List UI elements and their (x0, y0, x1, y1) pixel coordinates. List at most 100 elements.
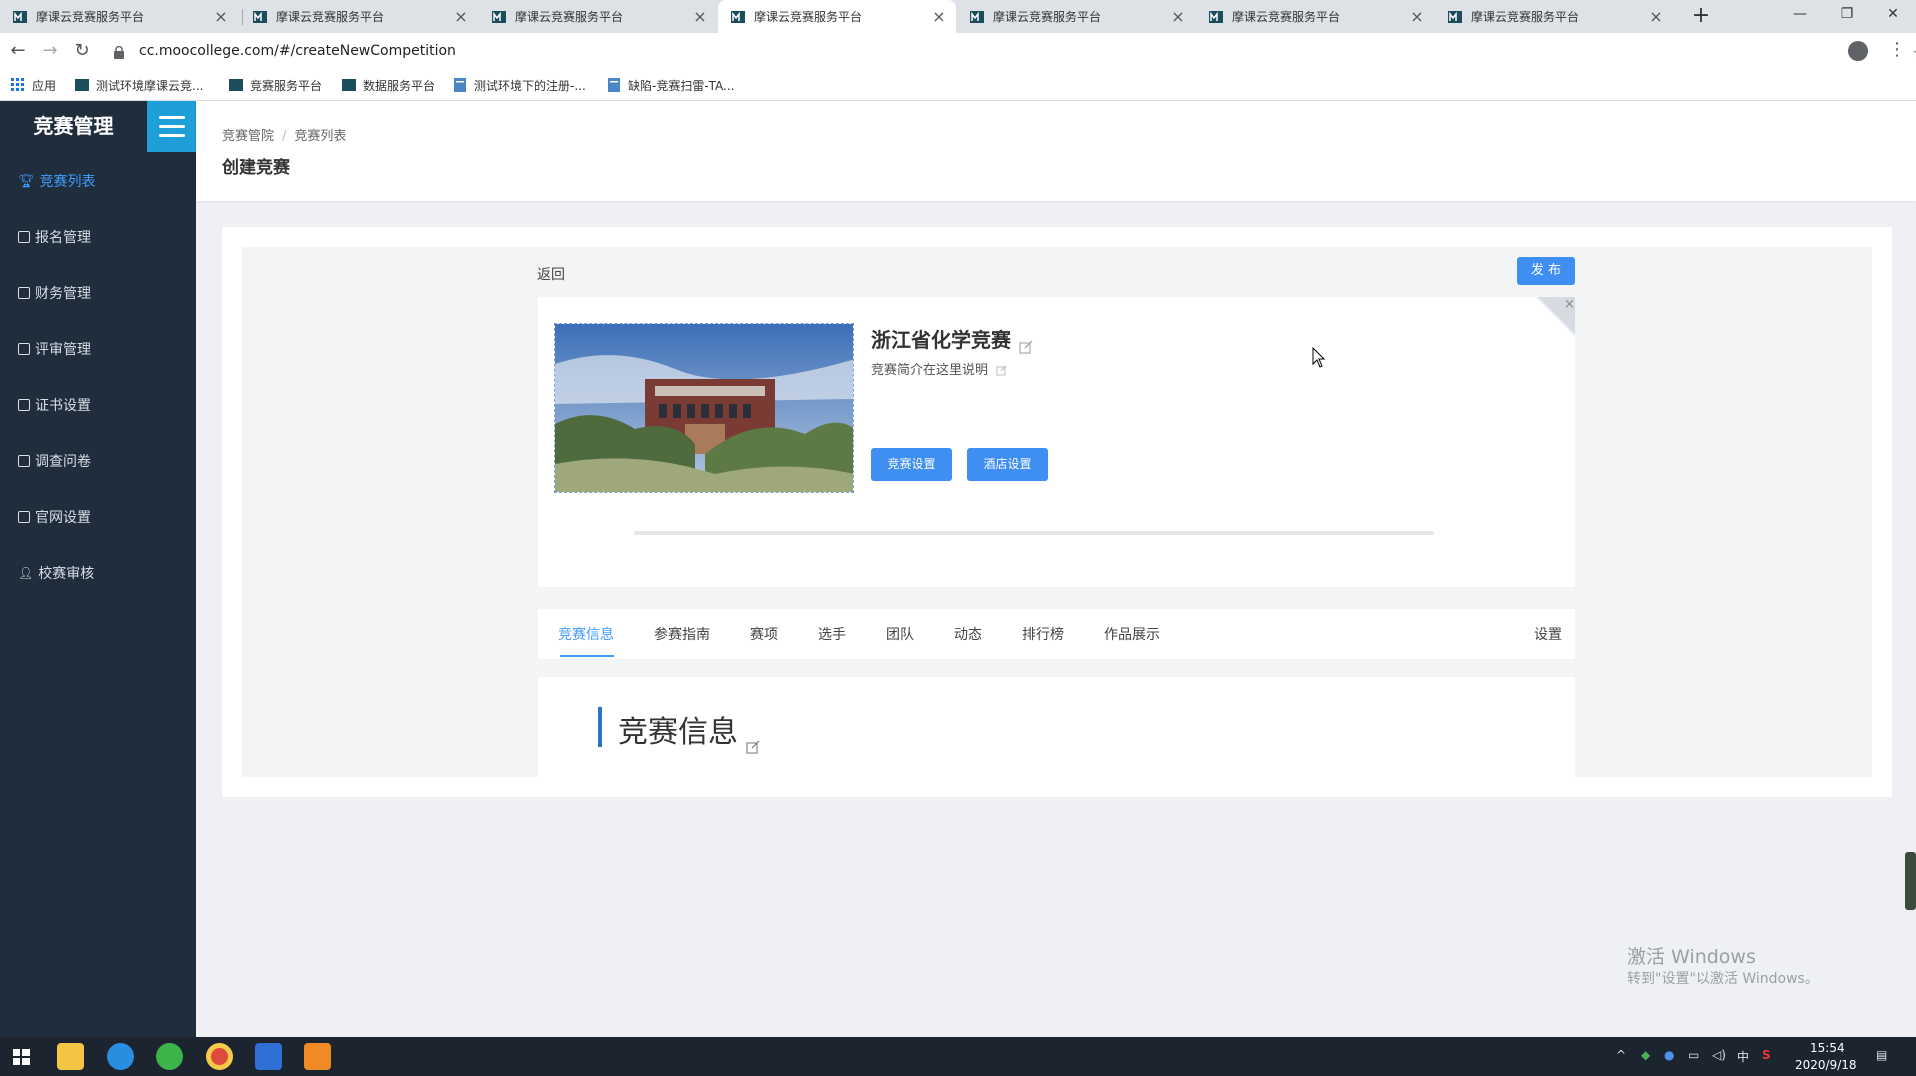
browser-tab-title: 摩课云竞赛服务平台 (1232, 10, 1341, 24)
edit-icon[interactable] (996, 365, 1007, 376)
tab-showcase[interactable]: 作品展示 (1104, 624, 1160, 644)
trophy-icon: 🏆︎ (18, 173, 35, 189)
browser-tab[interactable]: 摩课云竞赛服务平台 × (479, 0, 717, 33)
bookmark-item[interactable]: 测试环境摩课云竞... (74, 76, 203, 94)
bookmark-label: 数据服务平台 (363, 78, 436, 93)
publish-button[interactable]: 发 布 (1517, 257, 1575, 285)
close-tab-icon[interactable]: × (452, 7, 470, 26)
volume-icon[interactable]: ◁) (1712, 1048, 1726, 1062)
sidebar-item-school-review[interactable]: 👤︎ 校赛审核 (0, 553, 196, 593)
clock-time[interactable]: 15:54 (1810, 1041, 1845, 1055)
breadcrumb-item[interactable]: 竞赛列表 (294, 129, 346, 144)
breadcrumb-item[interactable]: 竞赛管院 (222, 129, 274, 144)
tab-news[interactable]: 动态 (954, 624, 982, 644)
competition-settings-button[interactable]: 竞赛设置 (871, 448, 952, 481)
tray-chevron-up-icon[interactable]: ^ (1616, 1048, 1626, 1062)
security-shield-icon[interactable]: ◆ (1641, 1048, 1650, 1062)
sidebar-item-competition-list[interactable]: 🏆︎ 竞赛列表 (0, 161, 196, 201)
bookmark-item[interactable]: 竞赛服务平台 (228, 76, 322, 94)
chrome-icon[interactable] (206, 1043, 233, 1070)
sidebar-item-label: 调查问卷 (35, 454, 91, 470)
bookmark-star-icon[interactable]: ☆ (1912, 43, 1916, 64)
sidebar-item-finance[interactable]: 财务管理 (0, 273, 196, 313)
bookmark-item[interactable]: 测试环境下的注册-... (452, 76, 586, 94)
new-tab-plus-icon[interactable]: + (1688, 4, 1714, 30)
back-arrow-icon[interactable]: ← (6, 39, 30, 63)
website-settings-icon (18, 511, 30, 523)
tab-events[interactable]: 赛项 (750, 624, 778, 644)
bookmark-label: 缺陷-竞赛扫雷-TA... (628, 78, 735, 93)
bluetooth-icon[interactable]: ● (1664, 1048, 1674, 1062)
lock-icon (114, 44, 124, 63)
tab-leaderboard[interactable]: 排行榜 (1022, 624, 1064, 644)
windows-taskbar: ^ ◆ ● ▭ ◁) 中 S 15:54 2020/9/18 ▤ (0, 1037, 1916, 1076)
windows-start-icon[interactable] (8, 1043, 35, 1070)
minimize-window-icon[interactable]: — (1777, 0, 1823, 30)
bookmark-apps[interactable]: 应用 (10, 76, 56, 94)
hotel-settings-button[interactable]: 酒店设置 (967, 448, 1048, 481)
sogou-input-icon[interactable]: S (1762, 1048, 1771, 1062)
close-window-icon[interactable]: ✕ (1870, 0, 1916, 30)
clock-date[interactable]: 2020/9/18 (1795, 1058, 1857, 1072)
browser-tab[interactable]: 摩课云竞赛服务平台 × (0, 0, 238, 33)
sidebar-item-label: 评审管理 (35, 342, 91, 358)
xmind-icon[interactable] (304, 1043, 331, 1070)
close-tab-icon[interactable]: × (1408, 7, 1426, 26)
tab-guide[interactable]: 参赛指南 (654, 624, 710, 644)
wechat-icon[interactable] (156, 1043, 183, 1070)
browser-tab[interactable]: 摩课云竞赛服务平台 × (1196, 0, 1434, 33)
sidebar-item-website[interactable]: 官网设置 (0, 497, 196, 537)
tab-info[interactable]: 竞赛信息 (558, 624, 614, 644)
edit-icon[interactable] (746, 727, 760, 754)
browser-tab[interactable]: 摩课云竞赛服务平台 × (240, 0, 478, 33)
list-icon (18, 343, 30, 355)
browser-tab-title: 摩课云竞赛服务平台 (993, 10, 1102, 24)
close-tab-icon[interactable]: × (212, 7, 230, 26)
browser-menu-icon[interactable]: ⋮ (1888, 39, 1906, 60)
sidebar-item-label: 官网设置 (35, 510, 91, 526)
action-center-icon[interactable]: ▤ (1876, 1048, 1887, 1062)
section-accent-bar (598, 707, 602, 747)
browser-tab-active[interactable]: 摩课云竞赛服务平台 × (718, 0, 956, 33)
sidebar-item-registration[interactable]: 报名管理 (0, 217, 196, 257)
edit-icon[interactable] (1019, 335, 1033, 354)
survey-icon (18, 455, 30, 467)
restore-window-icon[interactable]: ❐ (1824, 0, 1870, 30)
sidebar-item-review[interactable]: 评审管理 (0, 329, 196, 369)
browser-tab-title: 摩课云竞赛服务平台 (276, 10, 385, 24)
tab-teams[interactable]: 团队 (886, 624, 914, 644)
app-logo: 竞赛管理 (33, 114, 114, 138)
bookmark-item[interactable]: 数据服务平台 (341, 76, 435, 94)
network-icon[interactable]: ▭ (1688, 1048, 1699, 1062)
scrollbar-thumb[interactable] (1905, 852, 1916, 910)
close-tab-icon[interactable]: × (691, 7, 709, 26)
bookmark-item[interactable]: 缺陷-竞赛扫雷-TA... (606, 76, 735, 94)
sidebar-item-survey[interactable]: 调查问卷 (0, 441, 196, 481)
back-link[interactable]: 返回 (537, 264, 565, 284)
close-tab-icon[interactable]: × (1647, 7, 1665, 26)
profile-avatar-icon[interactable] (1848, 41, 1868, 61)
browser-tab[interactable]: 摩课云竞赛服务平台 × (1435, 0, 1673, 33)
sidebar-item-label: 报名管理 (35, 230, 91, 246)
address-bar[interactable]: cc.moocollege.com/#/createNewCompetition… (105, 38, 1916, 65)
competition-cover-image[interactable] (554, 323, 854, 493)
sidebar-item-certificate[interactable]: 证书设置 (0, 385, 196, 425)
windows-activation-hint: 转到"设置"以激活 Windows。 (1627, 971, 1819, 987)
wps-writer-icon[interactable] (255, 1043, 282, 1070)
close-tab-icon[interactable]: × (1169, 7, 1187, 26)
bookmark-label: 测试环境下的注册-... (474, 78, 586, 93)
clipboard-icon (18, 231, 30, 243)
feather-app-icon[interactable] (107, 1043, 134, 1070)
reload-icon[interactable]: ↻ (70, 39, 94, 63)
moocollege-favicon-icon (252, 9, 268, 25)
close-tab-icon[interactable]: × (930, 7, 948, 26)
ime-indicator[interactable]: 中 (1737, 1048, 1749, 1065)
browser-tab[interactable]: 摩课云竞赛服务平台 × (957, 0, 1195, 33)
user-icon: 👤︎ (18, 566, 34, 580)
file-explorer-icon[interactable] (57, 1043, 84, 1070)
tab-settings[interactable]: 设置 (1534, 624, 1562, 644)
forward-arrow-icon[interactable]: → (38, 39, 62, 63)
close-corner[interactable]: × (1536, 296, 1576, 336)
tab-players[interactable]: 选手 (818, 624, 846, 644)
hamburger-menu-icon[interactable] (147, 101, 196, 152)
